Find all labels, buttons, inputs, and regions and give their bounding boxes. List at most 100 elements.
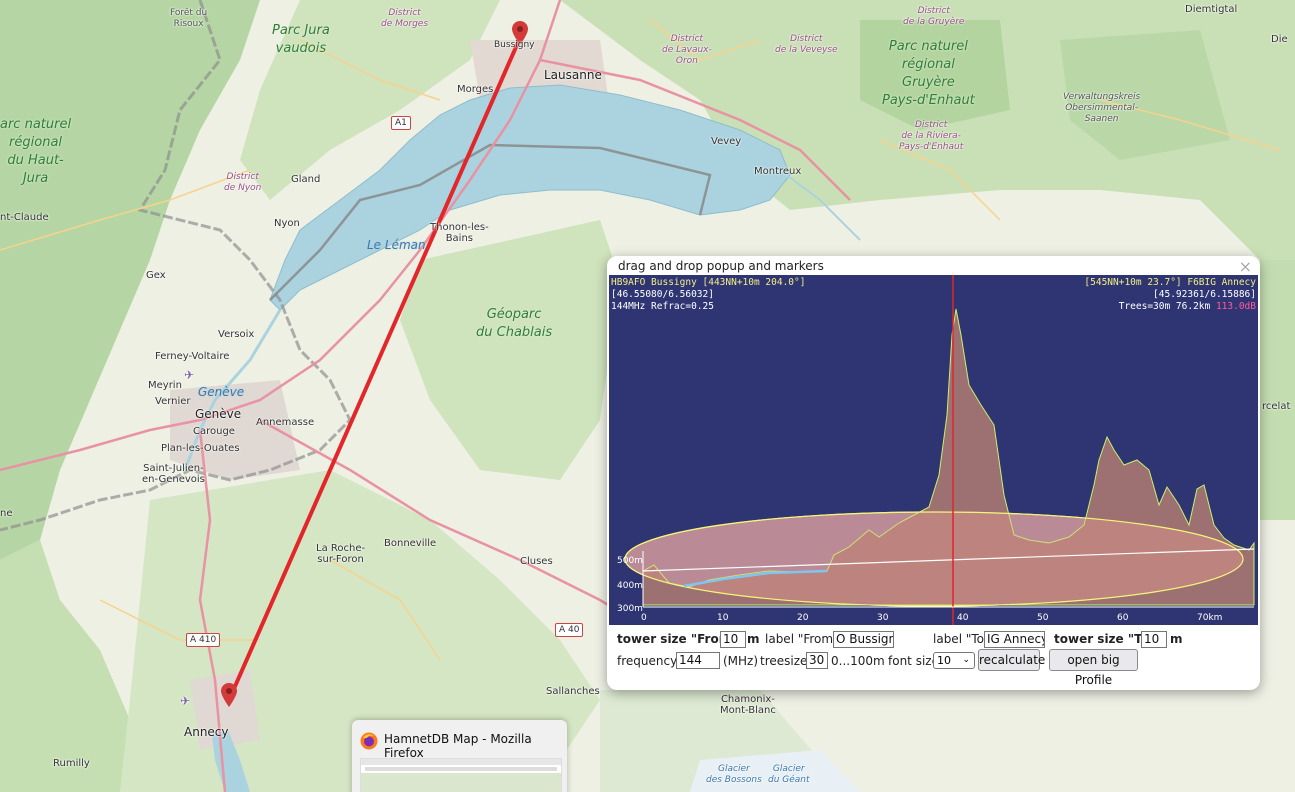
chevron-down-icon: ⌄ (962, 655, 970, 665)
label-die: Die (1271, 34, 1288, 45)
label-gex: Gex (146, 270, 166, 281)
recalculate-button[interactable]: recalculate (978, 649, 1045, 671)
label-district-nyon: District de Nyon (224, 172, 262, 193)
tower-from-unit: m (747, 632, 760, 646)
profile-right-line3: Trees=30m 76.2km 113.0dB (1119, 301, 1257, 312)
fontsize-label: font size (888, 654, 939, 668)
label-sallanches: Sallanches (546, 686, 600, 697)
x-axis-label: 10 (717, 613, 729, 623)
label-district-veveyse: District de la Veveyse (775, 34, 838, 55)
label-to-label: label "To" (933, 632, 990, 646)
frequency-input[interactable]: 144 (676, 652, 720, 669)
treesize-input[interactable]: 30 (806, 652, 828, 669)
label-meyrin: Meyrin (148, 380, 182, 391)
label-morges: Morges (457, 84, 494, 95)
y-axis-label: 300m (617, 604, 643, 614)
label-from-label: label "From" (765, 632, 839, 646)
label-plan-les-ouates: Plan-les-Ouates (161, 443, 240, 454)
profile-right-line2: [45.92361/6.15886] (1153, 289, 1256, 300)
profile-left-line2: [46.55080/6.56032] (611, 289, 714, 300)
window-thumbnail (360, 758, 562, 792)
x-axis-label: 20 (797, 613, 809, 623)
profile-popup[interactable]: drag and drop popup and markers × HB9AFO… (607, 256, 1260, 690)
profile-left-line3: 144MHz Refrac=0.25 (611, 301, 714, 312)
label-to-input[interactable]: IG Annecy (984, 631, 1045, 648)
label-parc-gruyere: Parc naturel régional Gruyère Pays-d'Enh… (882, 39, 975, 108)
profile-left-line1: HB9AFO Bussigny [443NN+10m 204.0°] (611, 277, 805, 288)
label-montreux: Montreux (754, 166, 802, 177)
open-big-profile-button[interactable]: open big Profile (1049, 649, 1138, 687)
profile-loss-db: 113.0dB (1216, 301, 1256, 312)
marker-to-icon[interactable] (221, 683, 237, 707)
label-diemtigtal: Diemtigtal (1185, 4, 1238, 15)
label-vernier: Vernier (155, 396, 191, 407)
road-shield-a410: A 410 (186, 633, 221, 647)
fontsize-value: 10 (937, 654, 951, 667)
taskbar-window-title: HamnetDB Map - Mozilla Firefox (384, 732, 532, 760)
label-geneve-lake: Genève (198, 385, 245, 399)
tower-from-input[interactable]: 10 (720, 631, 746, 648)
label-rumilly: Rumilly (53, 758, 90, 769)
label-versoix: Versoix (218, 329, 255, 340)
fontsize-select[interactable]: 10 ⌄ (933, 652, 975, 669)
x-axis-label: 30 (877, 613, 889, 623)
popup-close-icon[interactable]: × (1239, 257, 1252, 276)
label-bonneville: Bonneville (384, 538, 437, 549)
firefox-icon (360, 732, 378, 750)
label-district-gruyere: District de la Gruyère (903, 6, 965, 27)
popup-title[interactable]: drag and drop popup and markers (618, 259, 824, 273)
label-foret-risoux: Forêt du Risoux (170, 8, 208, 29)
label-carouge: Carouge (193, 426, 235, 437)
label-gland: Gland (291, 174, 321, 185)
label-glacier-bossons: Glacier des Bossons (706, 764, 762, 785)
label-chamonix: Chamonix- Mont-Blanc (720, 694, 776, 716)
label-district-riviera: District de la Riviera- Pays-d'Enhaut (899, 120, 964, 152)
label-lausanne: Lausanne (544, 68, 602, 82)
x-axis-label: 40 (957, 613, 969, 623)
label-nyon: Nyon (274, 218, 300, 229)
treesize-range: 0...100m (831, 654, 885, 668)
label-vevey: Vevey (711, 136, 742, 147)
label-parc-jura-vaudois: Parc Jura vaudois (272, 23, 330, 56)
label-thonon: Thonon-les- Bains (430, 222, 489, 244)
label-le-leman: Le Léman (367, 238, 426, 252)
tower-to-unit: m (1170, 632, 1183, 646)
label-annecy: Annecy (184, 725, 229, 739)
label-rcelat: rcelat (1262, 401, 1291, 412)
label-parc-haut-jura: arc naturel régional du Haut- Jura (0, 117, 72, 186)
profile-right-line1: [545NN+10m 23.7°] F6BIG Annecy (1084, 277, 1256, 288)
treesize-label: treesize: (760, 654, 812, 668)
frequency-label: frequency: (617, 654, 681, 668)
frequency-unit: (MHz) (723, 654, 759, 668)
label-from-input[interactable]: O Bussigny (833, 631, 894, 648)
label-glacier-geant: Glacier du Géant (768, 764, 810, 785)
tower-to-input[interactable]: 10 (1141, 631, 1167, 648)
x-axis-label: 50 (1037, 613, 1049, 623)
label-st-claude: nt-Claude (0, 212, 49, 223)
label-ferney: Ferney-Voltaire (155, 351, 230, 362)
label-geneve: Genève (195, 407, 242, 421)
x-axis-label: 60 (1117, 613, 1129, 623)
profile-trees-text: Trees=30m 76.2km (1119, 301, 1216, 312)
airport-annecy-icon: ✈ (180, 694, 191, 708)
road-shield-a1: A1 (391, 116, 411, 130)
x-axis-label: 0 (641, 613, 647, 623)
label-verwaltungskreis: Verwaltungskreis Obersimmental- Saanen (1063, 92, 1141, 124)
elevation-profile: HB9AFO Bussigny [443NN+10m 204.0°] [46.5… (609, 275, 1258, 625)
label-st-julien: Saint-Julien- en-Genevois (142, 463, 205, 485)
label-annemasse: Annemasse (256, 417, 315, 428)
label-la-roche: La Roche- sur-Foron (316, 543, 366, 565)
label-district-morges: District de Morges (381, 8, 429, 29)
y-axis-labels: 500m 400m 300m (617, 556, 643, 614)
y-axis-label: 400m (617, 581, 643, 591)
road-shield-a40: A 40 (555, 623, 584, 637)
label-geoparc: Géoparc du Chablais (476, 307, 553, 340)
y-axis-label: 500m (617, 556, 643, 566)
label-bussigny: Bussigny (494, 40, 535, 50)
label-ne: ne (0, 508, 13, 519)
airport-geneva-icon: ✈ (184, 368, 195, 382)
x-axis-label: 70km (1197, 613, 1222, 623)
label-cluses: Cluses (520, 556, 553, 567)
label-district-lavaux: District de Lavaux- Oron (662, 34, 712, 66)
taskbar-window-preview[interactable]: HamnetDB Map - Mozilla Firefox (352, 720, 567, 792)
